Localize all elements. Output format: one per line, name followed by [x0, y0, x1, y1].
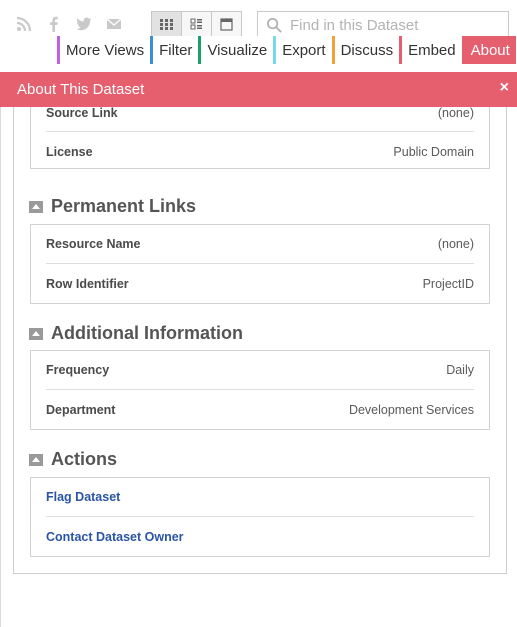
- row-label: Frequency: [46, 363, 110, 377]
- row-value: (none): [437, 237, 474, 251]
- search-box: [257, 11, 509, 39]
- tab-filter[interactable]: Filter: [150, 36, 199, 64]
- additional-information-header[interactable]: Additional Information: [29, 323, 243, 344]
- tab-visualize[interactable]: Visualize: [198, 36, 274, 64]
- row-value: ProjectID: [422, 276, 474, 291]
- grid-view-icon: [160, 18, 173, 30]
- row-value: Daily: [446, 363, 474, 377]
- row-value: Public Domain: [393, 144, 474, 159]
- collapse-icon: [29, 453, 43, 466]
- page-view-button[interactable]: [211, 11, 242, 37]
- row-label: Row Identifier: [46, 276, 129, 291]
- pane-header: About This Dataset ×: [0, 72, 517, 107]
- contact-dataset-owner-link[interactable]: Contact Dataset Owner: [46, 530, 184, 544]
- row-identifier-row: Row Identifier ProjectID: [46, 264, 474, 303]
- tab-bar: More Views Filter Visualize Export Discu…: [57, 36, 516, 64]
- tab-discuss[interactable]: Discuss: [331, 36, 400, 64]
- share-icons: [14, 14, 124, 34]
- collapse-icon: [29, 200, 43, 213]
- section-title: Permanent Links: [51, 196, 197, 216]
- section-title: Additional Information: [51, 323, 243, 343]
- license-row: License Public Domain: [46, 132, 474, 171]
- tab-about[interactable]: About: [461, 36, 516, 64]
- row-label: License: [46, 144, 93, 159]
- action-row: Flag Dataset: [46, 478, 474, 517]
- tab-more-views[interactable]: More Views: [57, 36, 151, 64]
- email-icon[interactable]: [104, 14, 124, 34]
- frequency-row: Frequency Daily: [46, 351, 474, 390]
- search-icon[interactable]: [262, 13, 286, 37]
- row-value: Development Services: [348, 402, 474, 417]
- department-row: Department Development Services: [46, 390, 474, 429]
- rss-icon[interactable]: [14, 14, 34, 34]
- search-input[interactable]: [290, 16, 500, 34]
- row-value: (none): [437, 106, 474, 120]
- list-view-button[interactable]: [181, 11, 212, 37]
- close-icon[interactable]: ×: [500, 79, 509, 97]
- actions-header[interactable]: Actions: [29, 449, 117, 470]
- tab-embed[interactable]: Embed: [399, 36, 462, 64]
- list-view-icon: [190, 18, 202, 29]
- grid-view-button[interactable]: [151, 11, 182, 37]
- flag-dataset-link[interactable]: Flag Dataset: [46, 490, 120, 504]
- source-card: Source Link (none) License Public Domain: [30, 106, 490, 171]
- twitter-icon[interactable]: [74, 14, 94, 34]
- row-label: Department: [46, 402, 116, 417]
- view-switcher: [151, 11, 242, 37]
- toolbar: More Views Filter Visualize Export Discu…: [0, 0, 517, 70]
- actions-card: Flag Dataset Contact Dataset Owner: [30, 477, 490, 557]
- collapse-icon: [29, 327, 43, 340]
- permanent-links-header[interactable]: Permanent Links: [29, 196, 196, 217]
- pane-title: About This Dataset: [17, 81, 145, 98]
- additional-information-card: Frequency Daily Department Development S…: [30, 350, 490, 430]
- tab-export[interactable]: Export: [273, 36, 332, 64]
- section-title: Actions: [51, 449, 118, 469]
- source-link-row: Source Link (none): [46, 106, 474, 132]
- row-label: Source Link: [46, 106, 118, 120]
- permanent-links-card: Resource Name (none) Row Identifier Proj…: [30, 224, 490, 304]
- action-row: Contact Dataset Owner: [46, 517, 474, 556]
- facebook-icon[interactable]: [44, 14, 64, 34]
- resource-name-row: Resource Name (none): [46, 225, 474, 264]
- row-label: Resource Name: [46, 237, 141, 251]
- page-view-icon: [220, 17, 233, 31]
